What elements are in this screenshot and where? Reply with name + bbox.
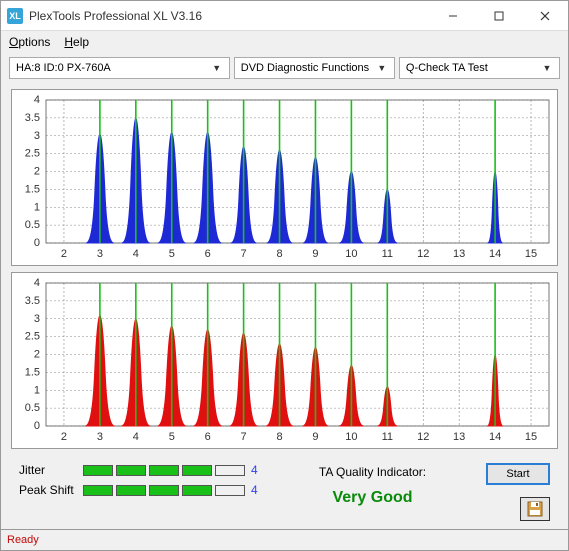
svg-text:5: 5 (169, 431, 175, 443)
svg-text:6: 6 (205, 248, 211, 260)
svg-text:0.5: 0.5 (25, 402, 40, 414)
titlebar: XL PlexTools Professional XL V3.16 (1, 1, 568, 31)
test-select-value: Q-Check TA Test (406, 62, 488, 74)
chevron-down-icon: ▼ (209, 63, 225, 73)
svg-text:3: 3 (97, 248, 103, 260)
svg-text:2: 2 (34, 166, 40, 178)
svg-text:15: 15 (525, 431, 537, 443)
quality-label: TA Quality Indicator: (319, 465, 426, 479)
status-text: Ready (7, 534, 39, 546)
menu-help[interactable]: Help (64, 35, 89, 49)
svg-text:9: 9 (312, 431, 318, 443)
svg-text:1.5: 1.5 (25, 183, 40, 195)
svg-text:1: 1 (34, 201, 40, 213)
svg-text:11: 11 (382, 431, 393, 443)
svg-text:4: 4 (34, 94, 40, 106)
svg-text:1.5: 1.5 (25, 366, 40, 378)
svg-text:14: 14 (489, 431, 501, 443)
window-title: PlexTools Professional XL V3.16 (29, 9, 430, 23)
test-select[interactable]: Q-Check TA Test ▼ (399, 57, 560, 79)
svg-text:11: 11 (382, 248, 393, 260)
svg-text:10: 10 (345, 431, 357, 443)
svg-text:3.5: 3.5 (25, 295, 40, 307)
menubar: Options Help (1, 31, 568, 53)
peakshift-label: Peak Shift (19, 483, 83, 497)
peakshift-value: 4 (245, 483, 259, 497)
jitter-label: Jitter (19, 463, 83, 477)
svg-text:12: 12 (417, 431, 429, 443)
svg-text:7: 7 (241, 248, 247, 260)
minimize-button[interactable] (430, 1, 476, 31)
save-icon (527, 501, 543, 517)
svg-text:14: 14 (489, 248, 501, 260)
svg-text:4: 4 (133, 431, 139, 443)
chevron-down-icon: ▼ (539, 63, 555, 73)
svg-text:5: 5 (169, 248, 175, 260)
peakshift-bars (83, 485, 245, 496)
svg-text:2: 2 (61, 248, 67, 260)
start-button[interactable]: Start (486, 463, 550, 485)
mode-select-value: DVD Diagnostic Functions (241, 62, 369, 74)
statusbar: Ready (1, 529, 568, 549)
svg-text:10: 10 (345, 248, 357, 260)
svg-text:8: 8 (276, 431, 282, 443)
svg-text:7: 7 (241, 431, 247, 443)
svg-text:3: 3 (34, 313, 40, 325)
svg-text:4: 4 (34, 277, 40, 289)
svg-text:9: 9 (312, 248, 318, 260)
chart-lower: 0 0.5 1 1.5 2 2.5 3 3.5 4 2 3 4 5 6 7 8 9 10 11 12 13 14 15 (11, 272, 558, 449)
save-button[interactable] (520, 497, 550, 521)
svg-text:3: 3 (34, 130, 40, 142)
svg-text:1: 1 (34, 384, 40, 396)
chart-upper: 0 0.5 1 1.5 2 2.5 3 3.5 4 2 3 4 5 6 7 8 9 10 11 12 13 14 15 (11, 89, 558, 266)
mode-select[interactable]: DVD Diagnostic Functions ▼ (234, 57, 395, 79)
menu-options[interactable]: Options (9, 35, 50, 49)
svg-text:4: 4 (133, 248, 139, 260)
maximize-button[interactable] (476, 1, 522, 31)
svg-text:0.5: 0.5 (25, 219, 40, 231)
svg-text:2.5: 2.5 (25, 148, 40, 160)
svg-text:0: 0 (34, 237, 40, 249)
svg-text:2: 2 (61, 431, 67, 443)
svg-text:15: 15 (525, 248, 537, 260)
svg-text:0: 0 (34, 420, 40, 432)
jitter-bars (83, 465, 245, 476)
svg-text:3.5: 3.5 (25, 112, 40, 124)
svg-text:2.5: 2.5 (25, 331, 40, 343)
jitter-value: 4 (245, 463, 259, 477)
svg-text:13: 13 (453, 431, 465, 443)
svg-text:8: 8 (276, 248, 282, 260)
svg-text:13: 13 (453, 248, 465, 260)
close-button[interactable] (522, 1, 568, 31)
quality-value: Very Good (332, 489, 412, 507)
svg-text:2: 2 (34, 349, 40, 361)
dropdown-row: HA:8 ID:0 PX-760A ▼ DVD Diagnostic Functi… (1, 53, 568, 83)
svg-text:12: 12 (417, 248, 429, 260)
device-select-value: HA:8 ID:0 PX-760A (16, 62, 111, 74)
svg-text:6: 6 (205, 431, 211, 443)
app-icon: XL (7, 8, 23, 24)
chevron-down-icon: ▼ (374, 63, 390, 73)
svg-text:3: 3 (97, 431, 103, 443)
device-select[interactable]: HA:8 ID:0 PX-760A ▼ (9, 57, 230, 79)
